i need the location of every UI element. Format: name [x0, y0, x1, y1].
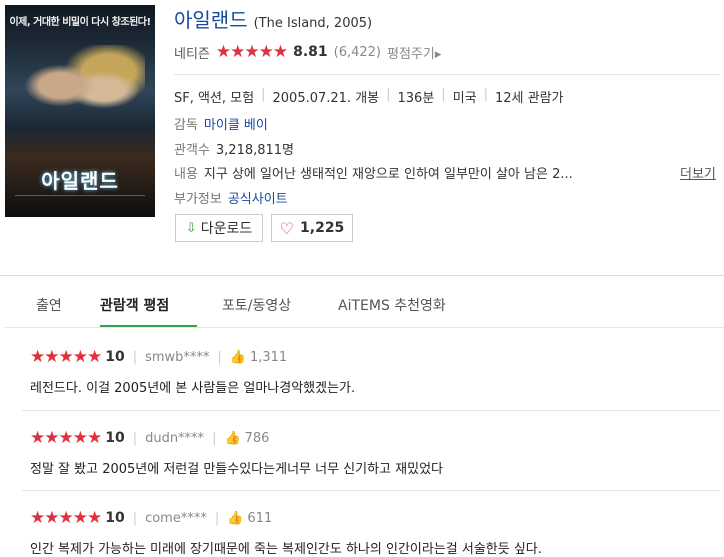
country: 미국: [452, 91, 477, 106]
audience-count: 3,218,811명: [215, 143, 295, 158]
review-item: ★★★★★ 10 | come**** | 👍 611 인간 복제가 가능하는 …: [30, 508, 720, 557]
review-text: 인간 복제가 가능하는 미래에 장기때문에 죽는 복제인간도 하나의 인간이라는…: [30, 542, 542, 557]
review-text: 레전드다. 이걸 2005년에 본 사람들은 얼마나경악했겠는가.: [30, 381, 356, 396]
review-score: 10: [105, 510, 125, 526]
review-text: 정말 잘 봤고 2005년에 저런걸 만들수있다는게너무 너무 신기하고 재밌었…: [30, 462, 443, 477]
audience-label: 관객수: [174, 143, 210, 158]
movie-poster[interactable]: 이제, 거대한 비밀이 다시 창조된다! 아일랜드: [5, 5, 155, 217]
review-stars-icon: ★★★★★: [30, 508, 102, 528]
review-likes: 611: [247, 510, 273, 526]
rating-row: 네티즌 ★★★★★ 8.81 (6,422) 평점주기▸: [174, 42, 441, 62]
like-button[interactable]: ♡ 1,225: [271, 214, 353, 242]
rating-stars-icon: ★★★★★: [215, 42, 288, 62]
like-count: 1,225: [300, 220, 345, 236]
rating-score: 8.81: [293, 44, 328, 60]
poster-credits: [15, 195, 145, 206]
runtime: 136분: [397, 91, 435, 106]
content-text: 지구 상에 일어난 생태적인 재앙으로 인하여 일부만이 살아 남은 2...: [203, 167, 573, 182]
download-button[interactable]: ⇩ 다운로드: [175, 214, 263, 242]
age-rating: 12세 관람가: [495, 91, 564, 106]
director-row: 감독 마이클 베이: [174, 114, 268, 133]
poster-tagline: 이제, 거대한 비밀이 다시 창조된다!: [9, 17, 151, 28]
download-icon: ⇩: [185, 220, 197, 236]
extra-label: 부가정보: [174, 192, 222, 207]
genre: SF, 액션, 모험: [174, 91, 255, 106]
content-label: 내용: [174, 167, 198, 182]
divider: [174, 74, 720, 75]
movie-title[interactable]: 아일랜드 (The Island, 2005): [174, 4, 372, 33]
thumbs-up-icon[interactable]: 👍: [227, 511, 243, 526]
tab-audience-rating[interactable]: 관람객 평점: [100, 295, 169, 315]
tab-photo-video[interactable]: 포토/동영상: [222, 295, 291, 315]
review-user: smwb****: [145, 349, 210, 365]
movie-subtitle: (The Island, 2005): [253, 16, 373, 31]
review-stars-icon: ★★★★★: [30, 347, 102, 367]
tab-bar-border: [5, 327, 724, 328]
review-score: 10: [105, 349, 125, 365]
heart-icon: ♡: [279, 218, 295, 238]
audience-row: 관객수 3,218,811명: [174, 139, 294, 158]
thumbs-up-icon[interactable]: 👍: [230, 350, 246, 365]
release-date: 2005.07.21. 개봉: [272, 91, 380, 106]
rating-count: (6,422): [333, 44, 382, 60]
tab-aitems[interactable]: AiTEMS 추천영화: [338, 295, 446, 315]
movie-meta: SF, 액션, 모험 | 2005.07.21. 개봉 | 136분 | 미국 | 12…: [174, 87, 564, 106]
review-likes: 1,311: [249, 349, 288, 365]
official-site-link[interactable]: 공식사이트: [228, 192, 288, 207]
tab-bar: 출연 관람객 평점 포토/동영상 AiTEMS 추천영화: [5, 276, 724, 328]
poster-title: 아일랜드: [41, 169, 119, 193]
thumbs-up-icon[interactable]: 👍: [224, 431, 240, 446]
review-item: ★★★★★ 10 | smwb**** | 👍 1,311 레전드다. 이걸 2…: [30, 347, 720, 396]
tab-cast[interactable]: 출연: [36, 295, 62, 315]
movie-title-text[interactable]: 아일랜드: [174, 8, 248, 32]
review-stars-icon: ★★★★★: [30, 428, 102, 448]
review-likes: 786: [244, 430, 270, 446]
director-label: 감독: [174, 118, 198, 133]
rating-source: 네티즌: [174, 46, 210, 62]
poster-faces-image: [15, 45, 145, 135]
more-link[interactable]: 더보기: [680, 163, 716, 182]
extra-row: 부가정보 공식사이트: [174, 188, 288, 207]
content-row: 내용 지구 상에 일어난 생태적인 재앙으로 인하여 일부만이 살아 남은 2..…: [174, 163, 573, 182]
rate-button[interactable]: 평점주기▸: [387, 43, 441, 62]
review-divider: [22, 490, 720, 491]
review-user: come****: [145, 510, 207, 526]
review-user: dudn****: [145, 430, 205, 446]
download-label: 다운로드: [200, 221, 253, 237]
review-score: 10: [105, 430, 125, 446]
director-link[interactable]: 마이클 베이: [204, 118, 268, 133]
review-item: ★★★★★ 10 | dudn**** | 👍 786 정말 잘 봤고 2005…: [30, 428, 720, 477]
review-divider: [22, 410, 720, 411]
